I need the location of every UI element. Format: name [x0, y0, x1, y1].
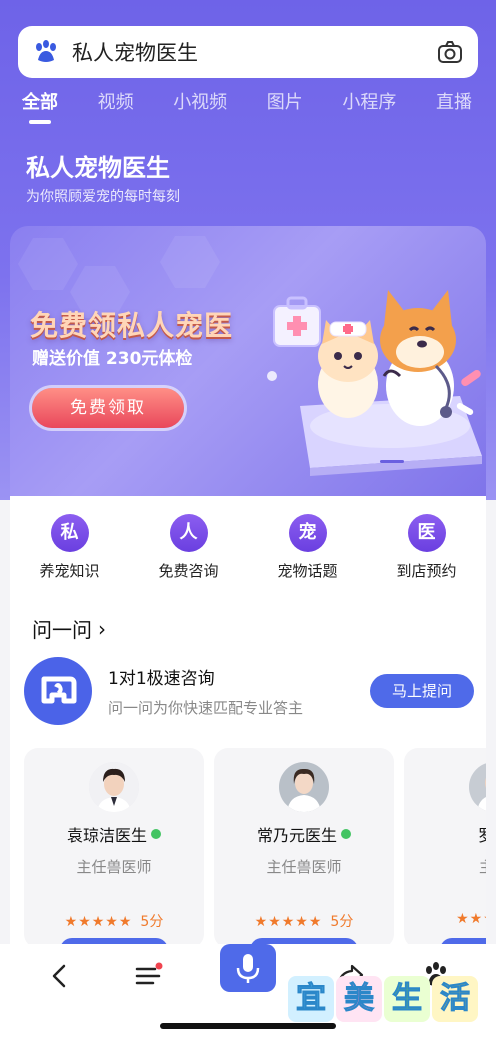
pet-badge-icon: 宠: [288, 514, 327, 552]
doctor-card[interactable]: 袁琼洁医生 主任兽医师 ★★★★★ 5分: [24, 748, 204, 948]
camera-icon[interactable]: [436, 38, 464, 66]
quick-links: 私 养宠知识 人 免费咨询 宠 宠物话题 医 到店预约: [10, 514, 486, 581]
claim-free-button[interactable]: 免费领取: [32, 388, 184, 428]
search-bar[interactable]: 私人宠物医生: [18, 26, 478, 78]
tab-images[interactable]: 图片: [267, 88, 303, 124]
tab-video[interactable]: 视频: [98, 88, 134, 124]
rating-score: 5分: [330, 914, 354, 930]
microphone-icon: [236, 954, 260, 983]
content-panel: 私 养宠知识 人 免费咨询 宠 宠物话题 医 到店预约 问一问 › 1对1极速咨…: [10, 496, 486, 948]
promo-banner[interactable]: 免费领私人宠医 赠送价值 230元体检 免费领取: [10, 226, 486, 496]
doctor-name: 罗嘉: [477, 826, 486, 845]
baidu-paw-icon: [32, 38, 60, 66]
watermark-char: 宜: [288, 976, 334, 1022]
rating-score: 5分: [140, 914, 164, 930]
doctor-name: 袁琼洁医生: [66, 826, 147, 845]
hexagon-decoration: [18, 238, 78, 290]
doctor-card[interactable]: 罗嘉 主任 ★★★★★: [404, 748, 486, 948]
doctor-title: 主任: [404, 856, 486, 877]
doctor-avatar: [469, 762, 486, 812]
online-status-dot: [151, 829, 161, 839]
chevron-right-icon: ›: [98, 616, 106, 641]
watermark-char: 活: [432, 976, 478, 1022]
watermark-char: 生: [384, 976, 430, 1022]
hexagon-decoration: [160, 236, 220, 288]
consult-title: 1对1极速咨询: [108, 669, 215, 689]
doctor-title: 主任兽医师: [266, 858, 342, 876]
doctor-rating: ★★★★★ 5分: [214, 911, 394, 931]
quick-link-pet-topics[interactable]: 宠 宠物话题: [258, 514, 358, 581]
quick-consult-row[interactable]: 1对1极速咨询 问一问为你快速匹配专业答主 马上提问: [24, 656, 474, 726]
wenyiwen-logo-icon: [24, 657, 92, 725]
consult-description: 问一问为你快速匹配专业答主: [108, 699, 304, 717]
home-indicator[interactable]: [160, 1023, 336, 1029]
doctor-avatar: [279, 762, 329, 812]
ask-section-heading[interactable]: 问一问 ›: [32, 614, 106, 643]
quick-link-store-booking[interactable]: 医 到店预约: [377, 514, 477, 581]
star-rating-icon: ★★★★★: [64, 914, 133, 930]
doctor-rating: ★★★★★: [404, 911, 486, 927]
doctor-avatar: [89, 762, 139, 812]
brand-subtitle: 为你照顾爱宠的每时每刻: [26, 189, 180, 205]
doctor-card[interactable]: 常乃元医生 主任兽医师 ★★★★★ 5分: [214, 748, 394, 948]
doctor-name: 常乃元医生: [256, 826, 337, 845]
ask-now-button[interactable]: 马上提问: [370, 674, 474, 708]
watermark-logo: 宜 美 生 活: [288, 976, 478, 1022]
tab-short-video[interactable]: 小视频: [173, 88, 227, 124]
banner-subtitle: 赠送价值 230元体检: [32, 349, 193, 369]
doctor-cards: 袁琼洁医生 主任兽医师 ★★★★★ 5分 常乃元医生 主任兽医师 ★★★★★ 5…: [24, 748, 486, 948]
quick-link-pet-knowledge[interactable]: 私 养宠知识: [20, 514, 120, 581]
tab-all[interactable]: 全部: [22, 88, 58, 124]
menu-icon[interactable]: [128, 956, 168, 996]
pet-badge-icon: 医: [407, 514, 446, 552]
search-query-text[interactable]: 私人宠物医生: [72, 37, 436, 67]
pet-doctor-illustration: [260, 256, 486, 481]
voice-search-button[interactable]: [220, 944, 276, 992]
star-rating-icon: ★★★★★: [456, 911, 486, 927]
pet-badge-icon: 人: [169, 514, 208, 552]
tab-mini-program[interactable]: 小程序: [342, 88, 396, 124]
search-tabs: 全部 视频 小视频 图片 小程序 直播: [22, 88, 472, 124]
banner-title: 免费领私人宠医: [30, 309, 234, 342]
doctor-title: 主任兽医师: [76, 858, 152, 876]
quick-link-label: 免费咨询: [158, 562, 219, 580]
watermark-char: 美: [336, 976, 382, 1022]
quick-link-label: 宠物话题: [277, 562, 338, 580]
quick-link-free-consult[interactable]: 人 免费咨询: [139, 514, 239, 581]
tab-live[interactable]: 直播: [436, 88, 472, 124]
quick-link-label: 到店预约: [396, 562, 457, 580]
back-icon[interactable]: [40, 956, 80, 996]
doctor-rating: ★★★★★ 5分: [24, 911, 204, 931]
pet-badge-icon: 私: [50, 514, 89, 552]
quick-link-label: 养宠知识: [39, 562, 100, 580]
brand-title[interactable]: 私人宠物医生: [26, 148, 170, 183]
ask-heading-text: 问一问: [32, 618, 92, 642]
online-status-dot: [341, 829, 351, 839]
star-rating-icon: ★★★★★: [254, 914, 323, 930]
